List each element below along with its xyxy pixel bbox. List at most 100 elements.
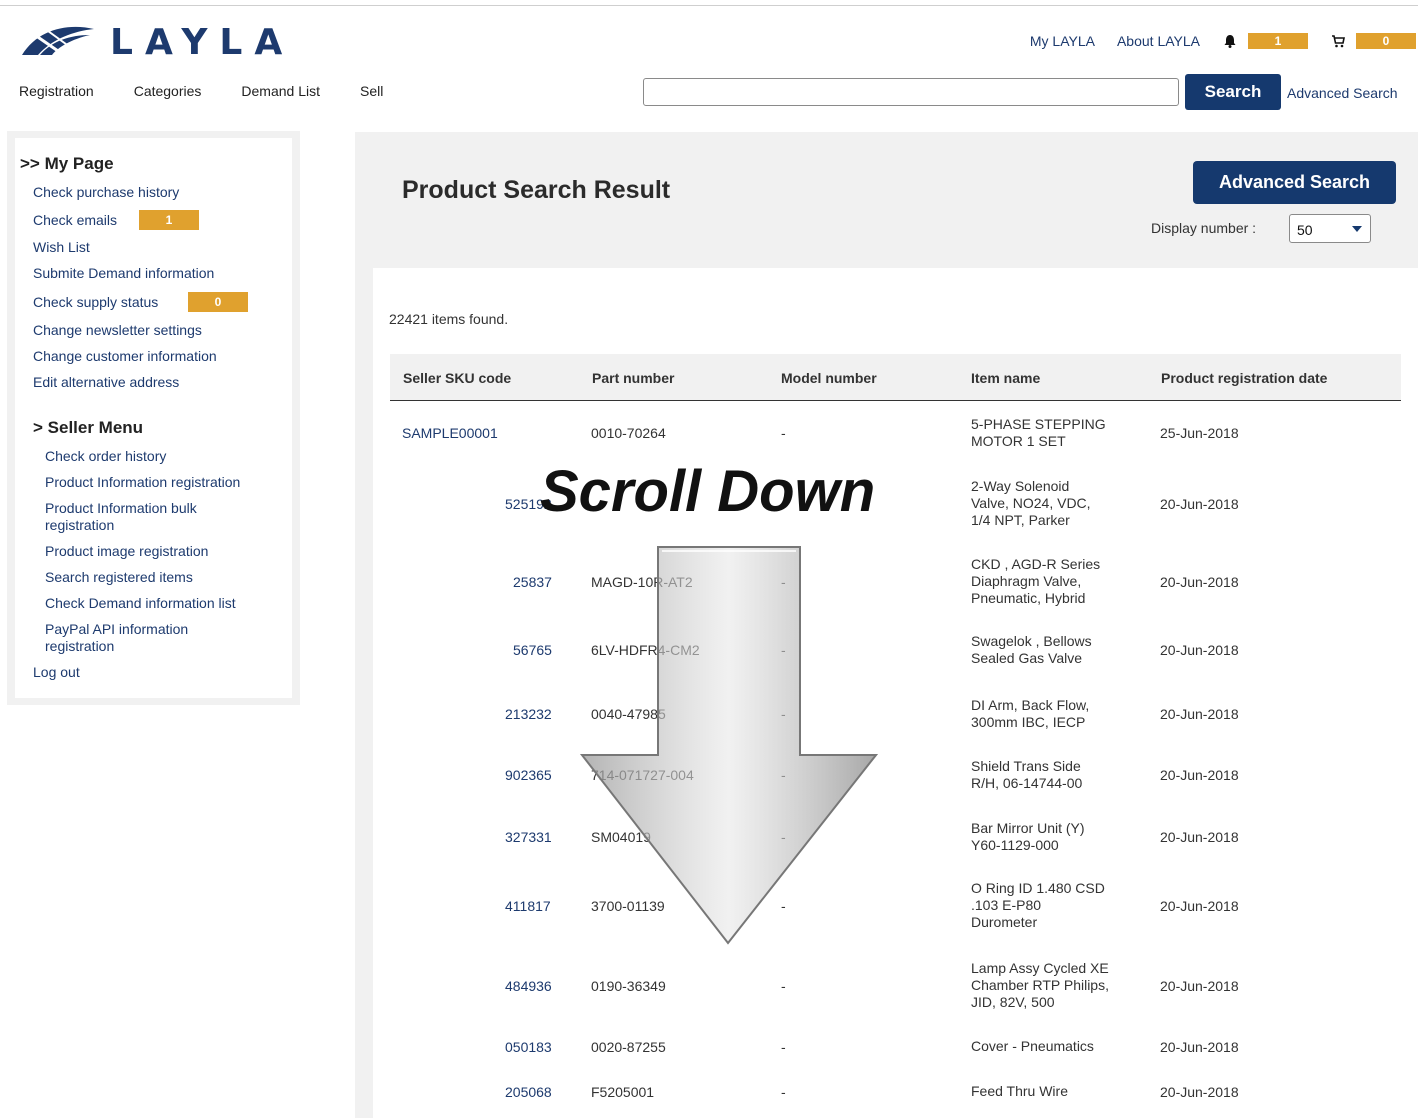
sku-link[interactable]: SAMPLE00001 xyxy=(402,425,498,442)
table-row[interactable]: SAMPLE00001 0010-70264 - 5-PHASE STEPPING MO… xyxy=(390,416,1401,450)
sidebar-item-order-history[interactable]: Check order history xyxy=(45,448,166,465)
item-name-cell: DI Arm, Back Flow, 300mm IBC, IECP xyxy=(971,697,1089,731)
sku-link[interactable]: 050183 xyxy=(505,1039,552,1056)
item-name-line: 1/4 NPT, Parker xyxy=(971,512,1070,528)
item-name-line: JID, 82V, 500 xyxy=(971,994,1055,1010)
search-button[interactable]: Search xyxy=(1185,74,1281,110)
col-part-number[interactable]: Part number xyxy=(592,370,674,386)
item-name-cell: CKD , AGD-R Series Diaphragm Valve, Pneuma… xyxy=(971,556,1100,607)
sidebar-item-logout[interactable]: Log out xyxy=(33,664,80,681)
sku-link[interactable]: 411817 xyxy=(505,898,551,915)
sidebar-item-customer-info[interactable]: Change customer information xyxy=(33,348,217,365)
table-row[interactable]: 567656LV-HDFR4-CM2-Swagelok , BellowsSea… xyxy=(390,633,1401,667)
table-row[interactable]: 484936 0190-36349 - Lamp Assy Cycled XE Cham… xyxy=(390,960,1401,1012)
main-nav: Registration Categories Demand List Sell xyxy=(19,83,423,99)
cart-count-badge[interactable]: 0 xyxy=(1356,33,1416,49)
page-title: Product Search Result xyxy=(402,176,671,204)
item-name-line: Chamber RTP Philips, xyxy=(971,977,1109,993)
model-number-cell: - xyxy=(781,425,786,441)
item-name-line: 300mm IBC, IECP xyxy=(971,714,1086,730)
display-number-select[interactable]: 50 xyxy=(1289,214,1371,243)
sidebar-item-purchase-history[interactable]: Check purchase history xyxy=(33,184,179,201)
sidebar-item-product-registration[interactable]: Product Information registration xyxy=(45,474,240,491)
sidebar-item-bulk-registration[interactable]: Product Information bulk registration xyxy=(45,500,245,534)
item-name-line: Diaphragm Valve, xyxy=(971,573,1082,589)
sku-link[interactable]: 327331 xyxy=(505,829,552,846)
sku-link[interactable]: 25837 xyxy=(513,574,552,591)
sidebar-item-wish-list[interactable]: Wish List xyxy=(33,239,90,256)
col-seller-sku[interactable]: Seller SKU code xyxy=(403,370,511,386)
item-name-cell: 2-Way Solenoid Valve, NO24, VDC, 1/4 NPT, … xyxy=(971,478,1091,529)
notification-count-badge[interactable]: 1 xyxy=(1248,33,1308,49)
top-border xyxy=(0,5,1418,6)
nav-sell[interactable]: Sell xyxy=(360,83,383,99)
item-name-line: 5-PHASE STEPPING xyxy=(971,416,1106,432)
sku-link[interactable]: 213232 xyxy=(505,706,552,723)
sidebar-item-submit-demand[interactable]: Submite Demand information xyxy=(33,265,214,282)
layla-logo[interactable]: LAYLA xyxy=(18,22,294,63)
col-item-name[interactable]: Item name xyxy=(971,370,1040,386)
cart-icon[interactable] xyxy=(1330,34,1346,48)
table-row[interactable]: 25837MAGD-10R-AT2-CKD , AGD-R SeriesDiap… xyxy=(390,556,1401,608)
table-row[interactable]: 327331SM04019-Bar Mirror Unit (Y)Y60-112… xyxy=(390,820,1401,854)
emails-count-badge: 1 xyxy=(139,210,199,230)
bell-icon[interactable] xyxy=(1222,34,1238,48)
seller-menu-heading: > Seller Menu xyxy=(33,418,144,437)
about-layla-link[interactable]: About LAYLA xyxy=(1117,33,1200,49)
part-number-cell: 0020-87255 xyxy=(591,1038,666,1055)
supply-count-badge: 0 xyxy=(188,292,248,312)
registration-date-cell: 20-Jun-2018 xyxy=(1160,1083,1239,1100)
sidebar-item-check-emails[interactable]: Check emails xyxy=(33,212,117,229)
registration-date-cell: 20-Jun-2018 xyxy=(1160,496,1239,512)
table-row[interactable]: 902365714-071727-004-Shield Trans SideR/… xyxy=(390,758,1401,792)
my-layla-link[interactable]: My LAYLA xyxy=(1030,33,1095,49)
col-registration-date[interactable]: Product registration date xyxy=(1161,370,1327,386)
sidebar-item-image-registration[interactable]: Product image registration xyxy=(45,543,208,560)
sku-link[interactable]: 205068 xyxy=(505,1084,552,1101)
registration-date-cell: 20-Jun-2018 xyxy=(1160,574,1239,590)
table-row[interactable]: 050183 0020-87255 - Cover - Pneumatics 20-Ju… xyxy=(390,1038,1401,1055)
advanced-search-button[interactable]: Advanced Search xyxy=(1193,161,1396,204)
header-links: My LAYLA About LAYLA 1 0 xyxy=(1030,30,1418,52)
registration-date-cell: 20-Jun-2018 xyxy=(1160,898,1239,914)
table-row[interactable]: 205068 F5205001 - Feed Thru Wire 20-Jun-2018 xyxy=(390,1083,1401,1100)
registration-date-cell: 25-Jun-2018 xyxy=(1160,425,1239,441)
item-name-cell: Lamp Assy Cycled XE Chamber RTP Philips, J… xyxy=(971,960,1109,1011)
my-page-heading: >> My Page xyxy=(20,154,114,173)
col-model-number[interactable]: Model number xyxy=(781,370,877,386)
item-name-line: Swagelok , Bellows xyxy=(971,633,1092,649)
search-input[interactable] xyxy=(643,78,1179,106)
chevron-down-icon xyxy=(1352,226,1362,232)
sku-link[interactable]: 484936 xyxy=(505,978,552,995)
registration-date-cell: 20-Jun-2018 xyxy=(1160,829,1239,845)
sidebar-item-supply-status[interactable]: Check supply status xyxy=(33,294,158,311)
item-name-line: Bar Mirror Unit (Y) xyxy=(971,820,1085,836)
item-name-line: 2-Way Solenoid xyxy=(971,478,1070,494)
model-number-cell: - xyxy=(781,1038,786,1055)
logo-mark-icon xyxy=(22,26,94,55)
item-name-line: Durometer xyxy=(971,914,1038,930)
nav-categories[interactable]: Categories xyxy=(134,83,202,99)
sidebar-item-demand-list[interactable]: Check Demand information list xyxy=(45,595,236,612)
sku-link[interactable]: 56765 xyxy=(513,642,552,659)
nav-registration[interactable]: Registration xyxy=(19,83,94,99)
sidebar-item-search-registered[interactable]: Search registered items xyxy=(45,569,193,586)
nav-demand-list[interactable]: Demand List xyxy=(241,83,320,99)
part-number-cell: 0190-36349 xyxy=(591,978,666,994)
part-number-cell: F5205001 xyxy=(591,1083,655,1100)
model-number-cell: - xyxy=(781,1083,786,1100)
item-name-cell: Shield Trans Side R/H, 06-14744-00 xyxy=(971,758,1082,792)
item-name-cell: Swagelok , Bellows Sealed Gas Valve xyxy=(971,633,1092,667)
item-name-cell: Bar Mirror Unit (Y) Y60-1129-000 xyxy=(971,820,1085,854)
item-name-line: Cover - Pneumatics xyxy=(971,1038,1094,1054)
advanced-search-link[interactable]: Advanced Search xyxy=(1287,85,1398,101)
sidebar-item-alt-address[interactable]: Edit alternative address xyxy=(33,374,179,391)
scroll-down-overlay-text: Scroll Down xyxy=(540,459,876,524)
scroll-down-arrow-icon xyxy=(578,545,879,945)
sku-link[interactable]: 902365 xyxy=(505,767,552,784)
display-number-label: Display number : xyxy=(1151,220,1257,236)
table-row[interactable]: 2132320040-47985-DI Arm, Back Flow,300mm… xyxy=(390,697,1401,731)
sidebar-item-paypal-api[interactable]: PayPal API information registration xyxy=(45,621,235,655)
table-row[interactable]: 411817 3700-01139- O Ring ID 1.480 CSD .103… xyxy=(390,880,1401,932)
sidebar-item-newsletter[interactable]: Change newsletter settings xyxy=(33,322,202,339)
